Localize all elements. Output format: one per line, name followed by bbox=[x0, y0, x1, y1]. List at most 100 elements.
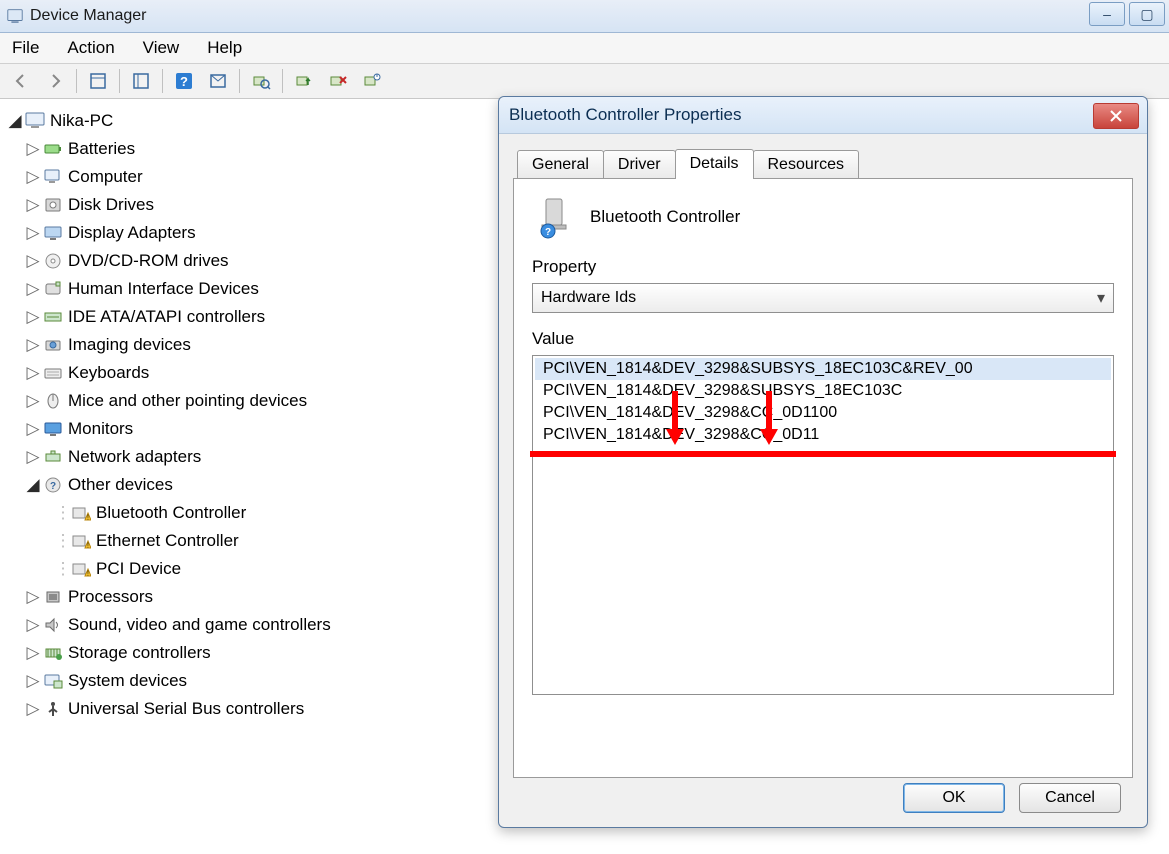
device-name: Bluetooth Controller bbox=[590, 207, 740, 227]
tree-child-label: Ethernet Controller bbox=[96, 531, 247, 551]
dialog-titlebar[interactable]: Bluetooth Controller Properties bbox=[499, 97, 1147, 134]
list-item[interactable]: PCI\VEN_1814&DEV_3298&CC_0D11 bbox=[535, 424, 1111, 446]
svg-text:?: ? bbox=[50, 481, 56, 492]
mouse-icon bbox=[42, 391, 64, 411]
tab-driver[interactable]: Driver bbox=[603, 150, 676, 179]
svg-text:?: ? bbox=[545, 227, 551, 238]
expand-icon[interactable]: ▷ bbox=[24, 196, 42, 214]
tab-resources[interactable]: Resources bbox=[753, 150, 859, 179]
expand-icon[interactable]: ▷ bbox=[24, 336, 42, 354]
expand-icon[interactable]: ▷ bbox=[24, 140, 42, 158]
menu-view[interactable]: View bbox=[143, 38, 180, 58]
list-item[interactable]: PCI\VEN_1814&DEV_3298&SUBSYS_18EC103C&RE… bbox=[535, 358, 1111, 380]
maximize-button[interactable]: ▢ bbox=[1129, 2, 1165, 26]
value-listbox[interactable]: PCI\VEN_1814&DEV_3298&SUBSYS_18EC103C&RE… bbox=[532, 355, 1114, 695]
uninstall-button[interactable] bbox=[323, 66, 353, 96]
expand-icon[interactable]: ▷ bbox=[24, 392, 42, 410]
toolbar: ? bbox=[0, 64, 1169, 99]
property-combobox[interactable]: Hardware Ids ▾ bbox=[532, 283, 1114, 313]
tree-node-label: Other devices bbox=[68, 475, 181, 495]
warning-icon: ! bbox=[70, 559, 92, 579]
tree-node-label: Keyboards bbox=[68, 363, 157, 383]
cancel-button[interactable]: Cancel bbox=[1019, 783, 1121, 813]
tree-child-label: PCI Device bbox=[96, 559, 189, 579]
menu-file[interactable]: File bbox=[12, 38, 39, 58]
ok-button[interactable]: OK bbox=[903, 783, 1005, 813]
print-button[interactable] bbox=[203, 66, 233, 96]
svg-text:!: ! bbox=[87, 515, 89, 522]
properties-button[interactable] bbox=[126, 66, 156, 96]
tree-node-label: IDE ATA/ATAPI controllers bbox=[68, 307, 273, 327]
property-label: Property bbox=[532, 257, 1114, 277]
tree-node-label: Batteries bbox=[68, 139, 143, 159]
expand-icon[interactable]: ▷ bbox=[24, 224, 42, 242]
toolbar-separator bbox=[119, 69, 120, 93]
list-item[interactable]: PCI\VEN_1814&DEV_3298&CC_0D1100 bbox=[535, 402, 1111, 424]
expand-icon[interactable]: ▷ bbox=[24, 420, 42, 438]
annotation-arrow-icon bbox=[760, 391, 778, 445]
usb-icon bbox=[42, 699, 64, 719]
menu-action[interactable]: Action bbox=[67, 38, 114, 58]
tree-node-label: DVD/CD-ROM drives bbox=[68, 251, 237, 271]
window-titlebar[interactable]: Device Manager – ▢ bbox=[0, 0, 1169, 33]
expand-icon[interactable]: ▷ bbox=[24, 616, 42, 634]
dialog-close-button[interactable] bbox=[1093, 103, 1139, 129]
tree-connector: ⋮ bbox=[56, 503, 70, 523]
imaging-icon bbox=[42, 335, 64, 355]
warning-icon: ! bbox=[70, 531, 92, 551]
tree-node-label: Mice and other pointing devices bbox=[68, 391, 315, 411]
display-icon bbox=[42, 223, 64, 243]
expand-icon[interactable]: ▷ bbox=[24, 308, 42, 326]
tab-details[interactable]: Details bbox=[675, 149, 754, 179]
back-button[interactable] bbox=[6, 66, 36, 96]
minimize-button[interactable]: – bbox=[1089, 2, 1125, 26]
toolbar-separator bbox=[162, 69, 163, 93]
expand-icon[interactable]: ▷ bbox=[24, 672, 42, 690]
tree-node-label: Universal Serial Bus controllers bbox=[68, 699, 312, 719]
value-label: Value bbox=[532, 329, 1114, 349]
tree-node-label: Network adapters bbox=[68, 447, 209, 467]
expand-icon[interactable]: ▷ bbox=[24, 280, 42, 298]
disable-button[interactable] bbox=[357, 66, 387, 96]
dialog-tab-body: ? Bluetooth Controller Property Hardware… bbox=[513, 178, 1133, 778]
expand-icon[interactable]: ◢ bbox=[24, 476, 42, 494]
chevron-down-icon: ▾ bbox=[1097, 288, 1105, 308]
storage-icon bbox=[42, 643, 64, 663]
scan-hardware-button[interactable] bbox=[246, 66, 276, 96]
list-item[interactable]: PCI\VEN_1814&DEV_3298&SUBSYS_18EC103C bbox=[535, 380, 1111, 402]
warning-icon: ! bbox=[70, 503, 92, 523]
expand-icon[interactable]: ▷ bbox=[24, 252, 42, 270]
other-icon: ? bbox=[42, 475, 64, 495]
expand-icon[interactable]: ▷ bbox=[24, 168, 42, 186]
tree-node-label: Sound, video and game controllers bbox=[68, 615, 339, 635]
update-driver-button[interactable] bbox=[289, 66, 319, 96]
collapse-icon[interactable]: ◢ bbox=[6, 112, 24, 130]
show-hidden-button[interactable] bbox=[83, 66, 113, 96]
cd-icon bbox=[42, 251, 64, 271]
monitor-icon bbox=[42, 419, 64, 439]
expand-icon[interactable]: ▷ bbox=[24, 700, 42, 718]
expand-icon[interactable]: ▷ bbox=[24, 644, 42, 662]
help-button[interactable]: ? bbox=[169, 66, 199, 96]
toolbar-separator bbox=[282, 69, 283, 93]
tree-node-label: Computer bbox=[68, 167, 151, 187]
hid-icon bbox=[42, 279, 64, 299]
tab-general[interactable]: General bbox=[517, 150, 604, 179]
dialog-tabs: General Driver Details Resources bbox=[499, 134, 1147, 178]
tree-node-label: System devices bbox=[68, 671, 195, 691]
menu-help[interactable]: Help bbox=[207, 38, 242, 58]
expand-icon[interactable]: ▷ bbox=[24, 364, 42, 382]
annotation-underline bbox=[530, 451, 1116, 457]
window-title: Device Manager bbox=[30, 7, 147, 25]
battery-icon bbox=[42, 139, 64, 159]
expand-icon[interactable]: ▷ bbox=[24, 448, 42, 466]
forward-button[interactable] bbox=[40, 66, 70, 96]
network-icon bbox=[42, 447, 64, 467]
expand-icon[interactable]: ▷ bbox=[24, 588, 42, 606]
tree-connector: ⋮ bbox=[56, 559, 70, 579]
tree-connector: ⋮ bbox=[56, 531, 70, 551]
svg-text:!: ! bbox=[87, 571, 89, 578]
annotation-arrow-icon bbox=[666, 391, 684, 445]
menubar: File Action View Help bbox=[0, 33, 1169, 64]
tree-node-label: Processors bbox=[68, 587, 161, 607]
